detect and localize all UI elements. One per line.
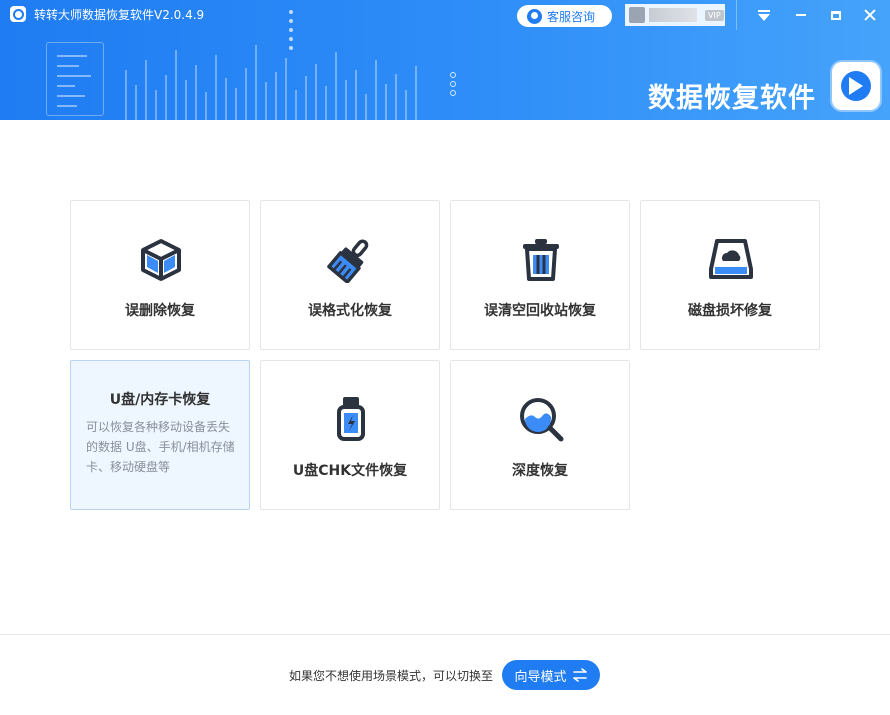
usb-icon bbox=[337, 397, 365, 441]
download-arrow-icon bbox=[758, 9, 770, 21]
mode-card-label: 误清空回收站恢复 bbox=[484, 303, 596, 319]
mode-card-description: 可以恢复各种移动设备丢失的数据 U盘、手机/相机存储卡、移动硬盘等 bbox=[86, 420, 235, 474]
mode-card-label: U盘/内存卡恢复 bbox=[109, 392, 211, 408]
title-bar: 转转大师数据恢复软件V2.0.4.9 客服咨询 VIP 数据恢复软件 bbox=[0, 0, 890, 120]
guide-mode-button[interactable]: 向导模式 bbox=[502, 660, 600, 690]
mode-card-label: U盘CHK文件恢复 bbox=[292, 463, 408, 479]
window-title: 转转大师数据恢复软件V2.0.4.9 bbox=[34, 8, 205, 22]
username-redacted bbox=[649, 8, 697, 22]
cube-icon bbox=[141, 239, 181, 281]
mode-card-deep-recovery[interactable]: 深度恢复 bbox=[450, 360, 630, 510]
brand-title: 数据恢复软件 bbox=[648, 83, 816, 114]
user-account[interactable]: VIP bbox=[625, 4, 725, 26]
footer-divider bbox=[0, 634, 890, 635]
maximize-button[interactable] bbox=[823, 2, 849, 28]
mode-card-disk-repair[interactable]: 磁盘损坏修复 bbox=[640, 200, 820, 350]
mode-card-recycle-bin-recovery[interactable]: 误清空回收站恢复 bbox=[450, 200, 630, 350]
close-icon bbox=[864, 9, 876, 21]
vip-badge: VIP bbox=[705, 9, 724, 21]
download-menu-button[interactable] bbox=[751, 2, 777, 28]
footer-hint: 如果您不想使用场景模式，可以切换至 bbox=[289, 669, 494, 683]
title-bar-divider bbox=[736, 0, 737, 30]
mode-card-label: 误格式化恢复 bbox=[308, 303, 392, 319]
decorative-dots bbox=[289, 10, 293, 55]
maximize-icon bbox=[831, 10, 841, 20]
avatar bbox=[629, 7, 645, 23]
mode-card-label: 误删除恢复 bbox=[125, 303, 195, 319]
mode-card-format-recovery[interactable]: 误格式化恢复 bbox=[260, 200, 440, 350]
magnifier-icon bbox=[520, 398, 564, 442]
mode-card-deleted-recovery[interactable]: 误删除恢复 bbox=[70, 200, 250, 350]
decorative-rings bbox=[450, 72, 456, 99]
app-logo-icon bbox=[10, 6, 26, 22]
customer-service-label: 客服咨询 bbox=[547, 9, 596, 24]
decorative-panel bbox=[46, 42, 104, 116]
decorative-bars bbox=[125, 45, 417, 120]
mode-card-label: 深度恢复 bbox=[512, 463, 568, 479]
headset-icon bbox=[527, 8, 542, 24]
mode-card-usb-memory-card-recovery[interactable]: U盘/内存卡恢复 可以恢复各种移动设备丢失的数据 U盘、手机/相机存储卡、移动硬… bbox=[70, 360, 250, 510]
trash-icon bbox=[523, 239, 559, 281]
guide-mode-label: 向导模式 bbox=[514, 669, 567, 685]
minimize-button[interactable] bbox=[788, 2, 814, 28]
customer-service-button[interactable]: 客服咨询 bbox=[517, 5, 612, 27]
swap-arrows-icon bbox=[572, 668, 587, 682]
disk-icon bbox=[709, 239, 753, 279]
minimize-icon bbox=[796, 14, 806, 16]
broom-icon bbox=[327, 239, 369, 283]
mode-card-label: 磁盘损坏修复 bbox=[688, 303, 772, 319]
close-button[interactable] bbox=[857, 2, 883, 28]
mode-card-usb-chk-recovery[interactable]: U盘CHK文件恢复 bbox=[260, 360, 440, 510]
brand-logo-icon bbox=[832, 62, 880, 110]
